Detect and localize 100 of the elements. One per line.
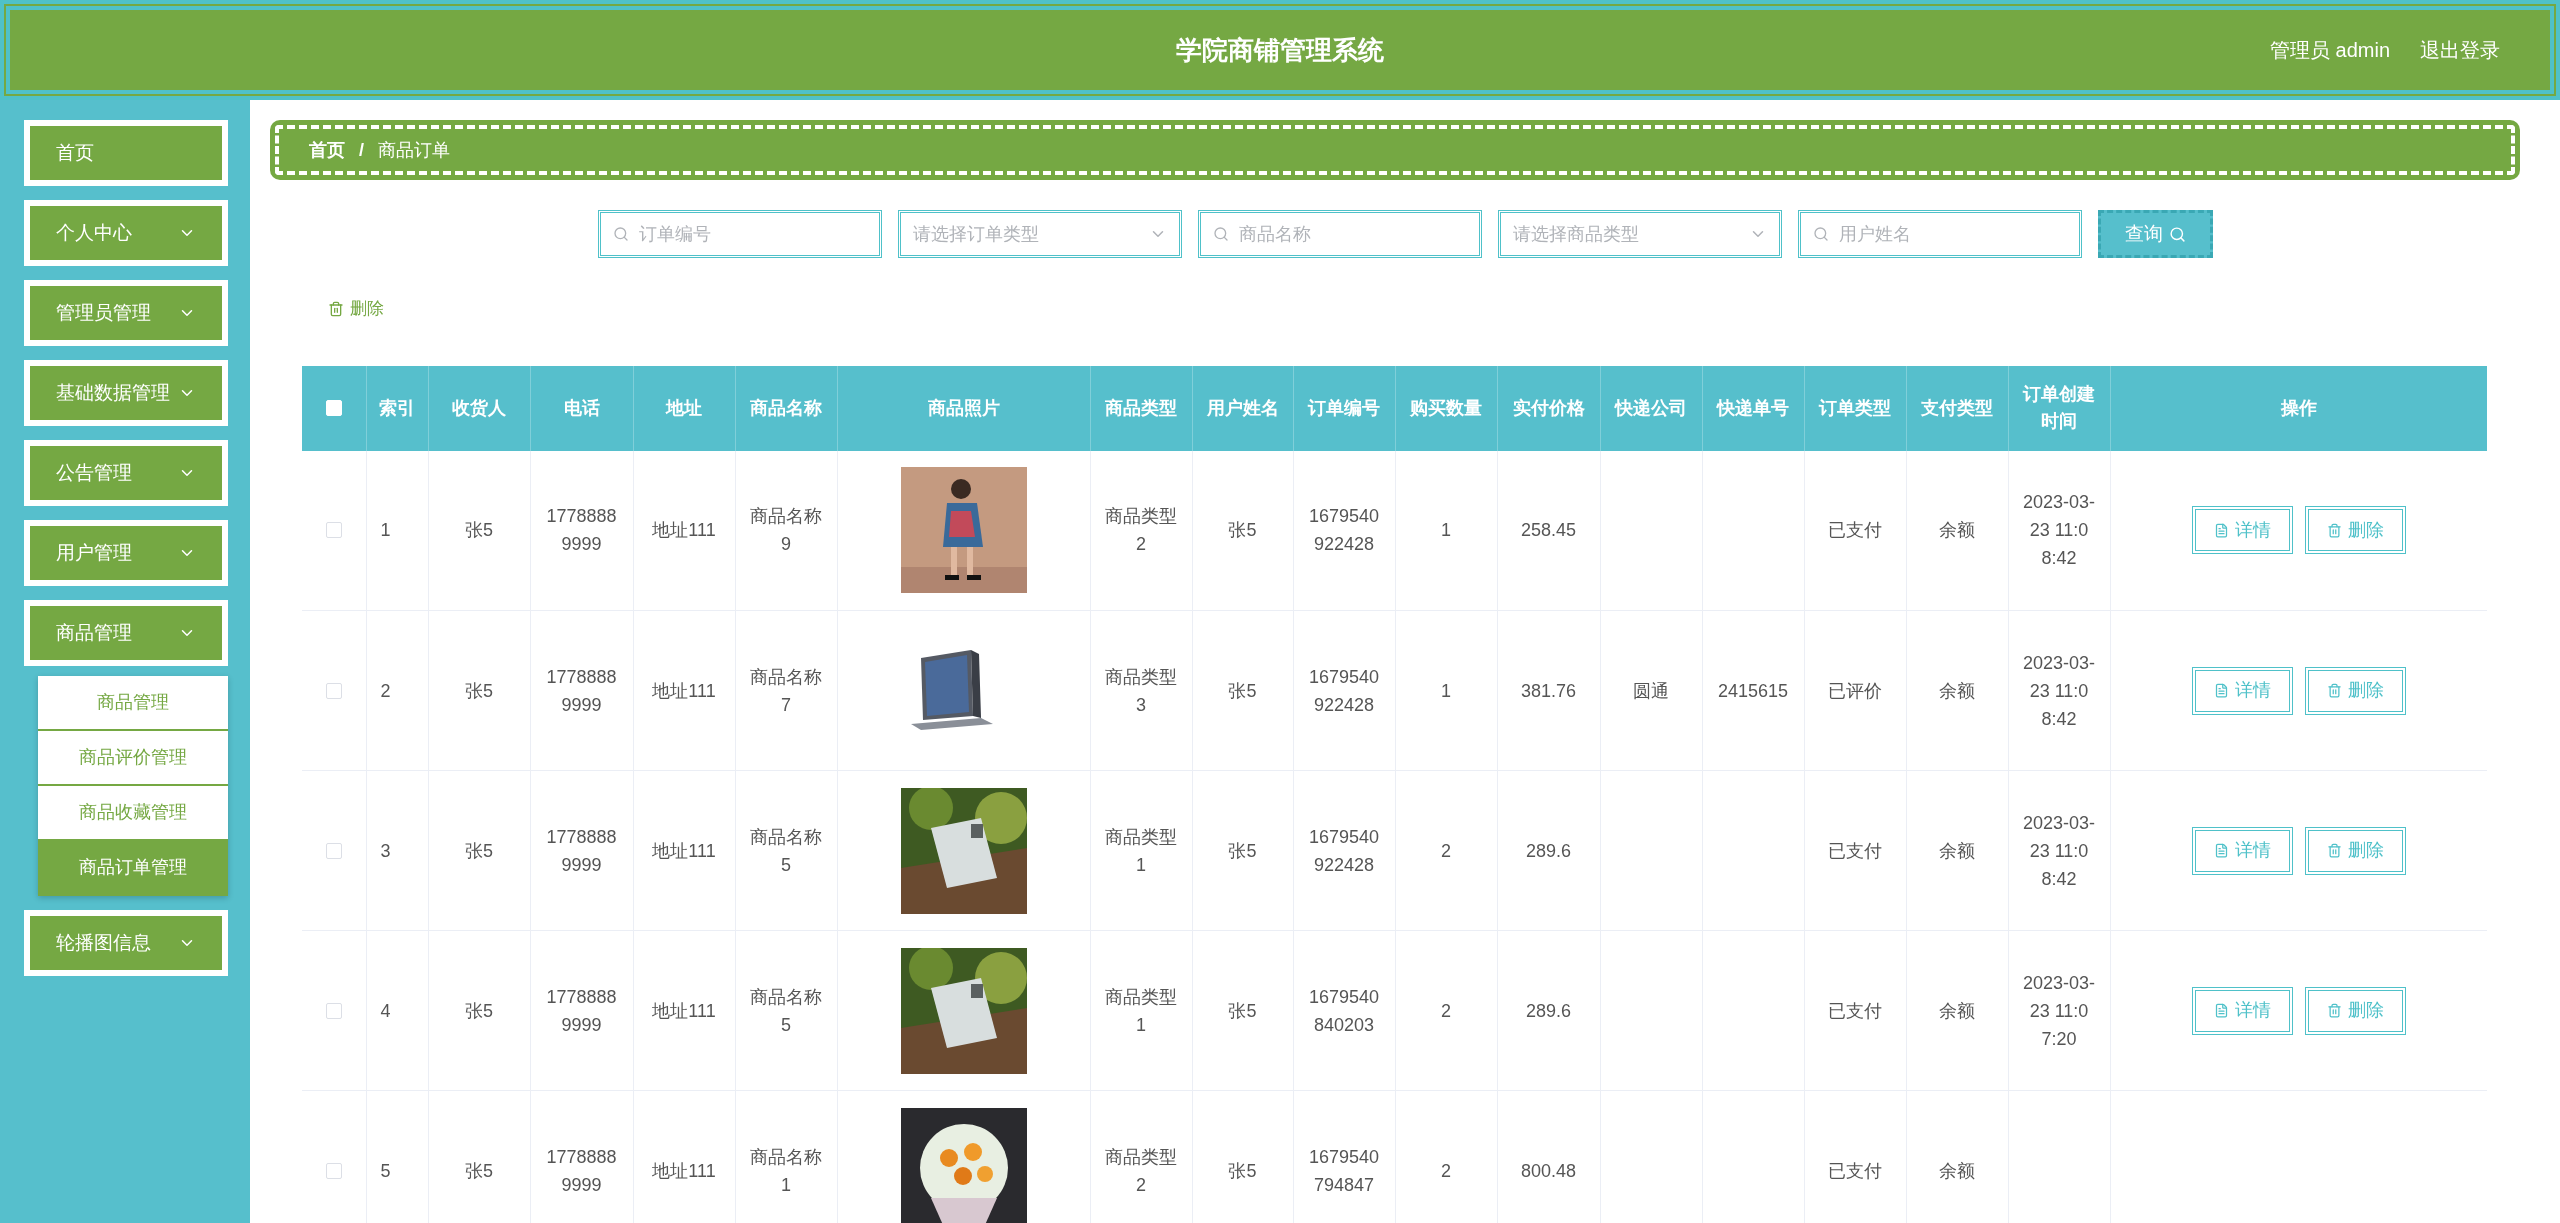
details-button[interactable]: 详情 — [2191, 826, 2293, 875]
table-cell-text: 1 — [1441, 679, 1451, 703]
table-cell-text: 已支付 — [1828, 999, 1882, 1023]
delete-button[interactable]: 删除 — [2304, 986, 2406, 1035]
column-header: 索引 — [379, 397, 415, 418]
details-button[interactable]: 详情 — [2191, 666, 2293, 715]
table-cell-text: 张5 — [1228, 999, 1257, 1023]
table-cell-text: 余额 — [1939, 1159, 1975, 1183]
delete-button[interactable]: 删除 — [2304, 506, 2406, 555]
column-header: 支付类型 — [1921, 397, 1993, 418]
details-button[interactable]: 详情 — [2191, 986, 2293, 1035]
delete-button[interactable]: 删除 — [2304, 826, 2406, 875]
column-header: 用户姓名 — [1206, 397, 1279, 418]
table-cell-text: 张5 — [465, 999, 493, 1023]
table-cell-text: 商品类型2 — [1104, 505, 1178, 557]
table-cell-text: 地址111 — [652, 679, 716, 703]
column-header: 订单编号 — [1308, 397, 1380, 418]
select-field[interactable]: 请选择订单类型 — [897, 210, 1182, 258]
delete-button[interactable]: 删除 — [328, 296, 384, 322]
table-cell-text: 2 — [380, 679, 391, 703]
breadcrumb-link[interactable]: 首页 — [309, 136, 345, 164]
app-title: 学院商铺管理系统 — [1176, 33, 1384, 67]
table-cell-text: 381.76 — [1520, 679, 1577, 703]
sidebar-item[interactable]: 商品管理 — [24, 600, 228, 666]
search-icon — [612, 226, 629, 242]
sidebar-item[interactable]: 轮播图信息 — [24, 910, 228, 976]
table-cell-text: 1679540922428 — [1307, 825, 1381, 877]
column-header: 购买数量 — [1410, 397, 1482, 418]
column-header: 快递公司 — [1615, 397, 1687, 418]
trash-icon — [2326, 522, 2342, 538]
sidebar-item[interactable]: 公告管理 — [24, 440, 228, 506]
search-field[interactable]: 订单编号 — [597, 210, 882, 258]
submenu-item[interactable]: 商品管理 — [38, 676, 228, 731]
table-cell-text: 2023-03-23 11:08:42 — [2022, 811, 2096, 891]
document-icon — [2213, 683, 2229, 698]
table-cell-text: 已评价 — [1828, 679, 1882, 703]
select-field[interactable]: 请选择商品类型 — [1497, 210, 1782, 258]
table-cell-text: 289.6 — [1525, 839, 1571, 863]
table-cell-text: 商品类型1 — [1104, 985, 1178, 1037]
column-header: 快递单号 — [1717, 397, 1789, 418]
table-cell-text: 商品名称1 — [749, 1145, 823, 1197]
table-cell-text: 商品类型2 — [1104, 1145, 1178, 1197]
table-cell-text: 余额 — [1939, 999, 1975, 1023]
table-cell-text: 商品类型3 — [1104, 665, 1178, 717]
column-header: 实付价格 — [1512, 397, 1585, 418]
submenu-item[interactable]: 商品评价管理 — [38, 731, 228, 786]
table-cell-text: 余额 — [1939, 679, 1975, 703]
table-cell-text: 1 — [1441, 519, 1451, 543]
table-cell-text: 圆通 — [1633, 679, 1669, 703]
search-field[interactable]: 用户姓名 — [1797, 210, 2082, 258]
table-cell-text: 800.48 — [1520, 1159, 1577, 1183]
table-cell-text: 商品名称9 — [749, 505, 823, 557]
submenu-item[interactable]: 商品订单管理 — [38, 841, 228, 896]
sidebar-item[interactable]: 管理员管理 — [24, 280, 228, 346]
table-cell-text: 张5 — [1228, 519, 1257, 543]
table-cell-text: 1679540794847 — [1307, 1145, 1381, 1197]
sidebar-item[interactable]: 用户管理 — [24, 520, 228, 586]
table-cell-text: 17788889999 — [545, 505, 618, 557]
table-cell-text: 余额 — [1939, 839, 1975, 863]
checkbox[interactable] — [325, 1002, 342, 1019]
table-cell-text: 张5 — [1228, 839, 1257, 863]
document-icon — [2213, 843, 2229, 858]
table-cell-text: 1679540922428 — [1307, 665, 1381, 717]
search-field[interactable]: 商品名称 — [1197, 210, 1482, 258]
logout-link[interactable]: 退出登录 — [2420, 35, 2500, 65]
breadcrumb-separator: / — [358, 138, 365, 162]
submenu-item[interactable]: 商品收藏管理 — [38, 786, 228, 841]
table-cell-text: 已支付 — [1828, 1159, 1882, 1183]
trash-icon — [2326, 683, 2342, 698]
table-cell-text: 余额 — [1939, 519, 1975, 543]
delete-button[interactable]: 删除 — [2304, 666, 2406, 715]
table-cell-text: 地址111 — [652, 1159, 716, 1183]
sidebar-item[interactable]: 基础数据管理 — [24, 360, 228, 426]
column-header: 收货人 — [452, 397, 506, 418]
table-cell-text: 17788889999 — [545, 1145, 618, 1197]
sidebar-item[interactable]: 首页 — [24, 120, 228, 186]
details-button[interactable]: 详情 — [2191, 506, 2293, 555]
table-cell-text: 张5 — [465, 519, 493, 543]
column-header: 商品照片 — [927, 397, 1000, 418]
trash-icon — [328, 300, 344, 317]
table-cell-text: 张5 — [1228, 679, 1257, 703]
table-cell-text: 2 — [1441, 1159, 1451, 1183]
table-cell-text: 已支付 — [1828, 839, 1882, 863]
table-cell-text: 商品名称5 — [749, 985, 823, 1037]
table-cell-text: 2023-03-23 11:08:42 — [2022, 651, 2096, 731]
table-cell-text: 商品名称5 — [749, 825, 823, 877]
checkbox[interactable] — [325, 522, 342, 539]
search-icon — [1212, 226, 1229, 242]
column-header: 商品名称 — [750, 397, 822, 418]
search-button[interactable]: 查询 — [2097, 210, 2213, 258]
document-icon — [2213, 1003, 2229, 1018]
checkbox[interactable] — [325, 682, 342, 699]
table-cell-text: 17788889999 — [545, 825, 618, 877]
table-cell-text: 地址111 — [652, 519, 716, 543]
checkbox[interactable] — [325, 842, 342, 859]
table-cell-text: 2023-03-23 11:08:42 — [2022, 491, 2096, 571]
checkbox[interactable] — [325, 1162, 342, 1179]
sidebar-item[interactable]: 个人中心 — [24, 200, 228, 266]
table-cell-text: 2415615 — [1717, 679, 1789, 703]
table-cell-text: 1679540840203 — [1307, 985, 1381, 1037]
